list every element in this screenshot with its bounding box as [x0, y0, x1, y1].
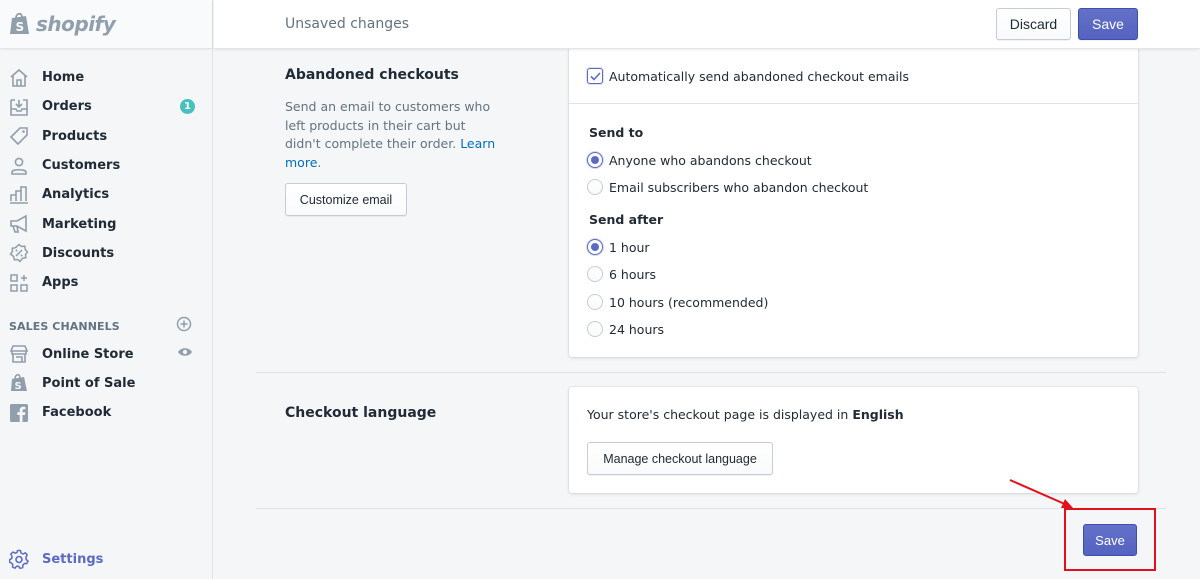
send-after-option[interactable]: 10 hours (recommended) [587, 294, 768, 310]
sidebar-item-settings[interactable]: Settings [9, 549, 103, 569]
sales-channels-nav: Online Store S Point of Sale Facebook [0, 337, 212, 427]
section-title: Checkout language [285, 405, 437, 421]
auto-send-checkbox[interactable] [587, 68, 603, 84]
eye-icon[interactable] [177, 344, 193, 364]
sidebar-item-orders[interactable]: Orders 1 [0, 92, 212, 121]
checkmark-icon [589, 71, 601, 81]
send-after-radio-24h[interactable] [587, 321, 603, 337]
section-divider [256, 372, 1166, 373]
auto-send-section: Automatically send abandoned checkout em… [569, 40, 1138, 104]
gear-icon [9, 549, 29, 569]
discount-icon [9, 243, 29, 263]
home-icon [9, 68, 29, 88]
radio-label: 6 hours [609, 266, 657, 282]
sidebar-item-label: Analytics [42, 187, 110, 203]
sidebar-item-customers[interactable]: Customers [0, 151, 212, 180]
send-after-radio-6h[interactable] [587, 266, 603, 282]
plus-circle-icon[interactable] [176, 316, 192, 336]
bar-chart-icon [9, 185, 29, 205]
send-to-radio-anyone[interactable] [587, 152, 603, 168]
radio-label: Anyone who abandons checkout [609, 152, 812, 168]
radio-label: 10 hours (recommended) [609, 294, 769, 310]
sidebar-item-apps[interactable]: Apps [0, 268, 212, 297]
sidebar-item-home[interactable]: Home [0, 63, 212, 92]
sidebar-item-facebook[interactable]: Facebook [0, 398, 212, 427]
auto-send-label: Automatically send abandoned checkout em… [609, 68, 909, 84]
sidebar-item-label: Apps [42, 275, 79, 291]
abandoned-checkouts-card: Automatically send abandoned checkout em… [569, 40, 1138, 357]
sales-channels-header: SALES CHANNELS [0, 315, 212, 337]
tag-icon [9, 126, 29, 146]
save-button-top[interactable]: Save [1078, 8, 1138, 40]
sidebar-item-label: Marketing [42, 216, 117, 232]
send-to-radio-subscribers[interactable] [587, 179, 603, 195]
sidebar-item-marketing[interactable]: Marketing [0, 209, 212, 238]
period: . [317, 154, 322, 170]
section-divider [256, 508, 1166, 509]
shopify-bag-icon: S [9, 373, 29, 393]
sidebar-item-label: Facebook [42, 405, 112, 421]
brand-name[interactable]: shopify [36, 12, 116, 36]
logo-bar: S shopify [0, 0, 212, 49]
send-to-option[interactable]: Email subscribers who abandon checkout [587, 179, 868, 195]
sidebar-item-label: Point of Sale [42, 375, 136, 391]
sidebar-item-discounts[interactable]: Discounts [0, 239, 212, 268]
send-after-radio-1h[interactable] [587, 239, 603, 255]
sales-channels-title: SALES CHANNELS [9, 319, 120, 333]
megaphone-icon [9, 214, 29, 234]
send-to-title: Send to [589, 125, 644, 140]
store-icon [9, 344, 29, 364]
sidebar-item-analytics[interactable]: Analytics [0, 180, 212, 209]
contextual-save-bar: Unsaved changes Discard Save [214, 0, 1200, 49]
sidebar: S shopify Home Orders 1 Products Custome… [0, 0, 213, 579]
save-button-bottom[interactable]: Save [1083, 524, 1137, 556]
checkout-language-annotation: Checkout language [285, 405, 436, 421]
radio-label: 24 hours [609, 321, 665, 337]
customize-email-button[interactable]: Customize email [285, 183, 407, 216]
person-icon [9, 156, 29, 176]
unsaved-changes-title: Unsaved changes [285, 16, 410, 32]
orders-icon [9, 97, 29, 117]
send-after-option[interactable]: 1 hour [587, 239, 650, 255]
checkout-language-description: Your store's checkout page is displayed … [587, 407, 904, 422]
description-text: Your store's checkout page is displayed … [587, 407, 849, 422]
sidebar-item-label: Products [42, 128, 108, 144]
send-after-option[interactable]: 24 hours [587, 321, 664, 337]
send-to-option[interactable]: Anyone who abandons checkout [587, 152, 812, 168]
send-after-title: Send after [589, 212, 664, 227]
svg-text:S: S [16, 20, 25, 34]
sidebar-item-label: Home [42, 70, 85, 86]
sidebar-item-products[interactable]: Products [0, 122, 212, 151]
sidebar-item-point-of-sale[interactable]: S Point of Sale [0, 369, 212, 398]
auto-send-checkbox-row[interactable]: Automatically send abandoned checkout em… [587, 68, 909, 84]
send-after-option[interactable]: 6 hours [587, 266, 656, 282]
shopify-bag-icon: S [9, 12, 31, 36]
sidebar-item-online-store[interactable]: Online Store [0, 339, 212, 368]
sidebar-item-label: Orders [42, 99, 92, 115]
radio-label: 1 hour [609, 239, 650, 255]
checkout-language-card: Your store's checkout page is displayed … [569, 387, 1138, 493]
facebook-icon [9, 403, 29, 423]
manage-checkout-language-button[interactable]: Manage checkout language [587, 442, 773, 475]
sidebar-item-label: Online Store [42, 346, 134, 362]
discard-button[interactable]: Discard [996, 8, 1071, 40]
main-nav: Home Orders 1 Products Customers Analyti… [0, 49, 212, 297]
send-after-radio-10h[interactable] [587, 294, 603, 310]
radio-label: Email subscribers who abandon checkout [609, 179, 869, 195]
abandoned-checkouts-annotation: Abandoned checkouts Send an email to cus… [285, 67, 500, 216]
sidebar-item-label: Customers [42, 158, 121, 174]
sidebar-item-label: Settings [42, 551, 104, 567]
section-description: Send an email to customers who left prod… [285, 98, 500, 172]
section-title: Abandoned checkouts [285, 67, 459, 83]
current-language: English [852, 407, 904, 422]
apps-icon [9, 273, 29, 293]
sidebar-item-label: Discounts [42, 245, 115, 261]
svg-text:S: S [15, 381, 22, 392]
orders-count-badge: 1 [180, 99, 195, 115]
